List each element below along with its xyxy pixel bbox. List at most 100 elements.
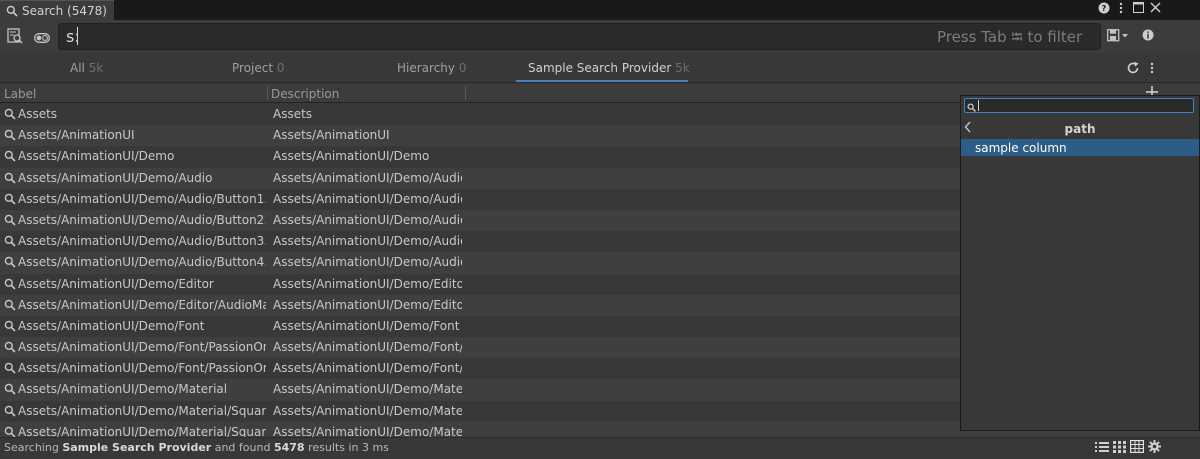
row-label-cell: Assets/AnimationUI/Demo/Audio xyxy=(4,171,266,185)
search-result-icon xyxy=(4,151,16,162)
column-resize-handle[interactable] xyxy=(465,86,466,100)
row-description: Assets/AnimationUI/Demo/Material xyxy=(273,382,462,397)
refresh-icon[interactable] xyxy=(1126,61,1140,78)
status-provider: Sample Search Provider xyxy=(62,441,212,454)
row-description: Assets/AnimationUI/Demo/Editor xyxy=(273,276,462,291)
tab-all[interactable]: All 5k xyxy=(70,61,103,75)
tab-project[interactable]: Project 0 xyxy=(232,61,285,75)
table-view-icon[interactable] xyxy=(1130,440,1145,456)
search-result-icon xyxy=(4,405,16,417)
row-label: Assets/AnimationUI/Demo/Audio/Button1.wa… xyxy=(18,191,266,206)
row-label-cell: Assets/AnimationUI/Demo/Audio/Button1.wa… xyxy=(4,192,266,206)
popup-search-icon xyxy=(967,101,976,115)
saved-searches-icon[interactable] xyxy=(7,28,23,47)
row-label: Assets/AnimationUI/Demo/Font/PassionOne-… xyxy=(18,340,266,355)
row-label: Assets/AnimationUI/Demo/Audio xyxy=(18,170,213,185)
row-label: Assets/AnimationUI/Demo/Material/Square.… xyxy=(18,403,266,418)
list-view-icon[interactable] xyxy=(1095,441,1109,456)
row-description: Assets/AnimationUI/Demo/Editor/Au xyxy=(273,297,462,312)
status-text: Searching Sample Search Provider and fou… xyxy=(4,441,389,454)
tab-hierarchy-count: 0 xyxy=(458,61,467,75)
close-icon[interactable] xyxy=(1148,2,1162,16)
row-label-cell: Assets/AnimationUI/Demo/Material xyxy=(4,382,266,396)
text-cursor xyxy=(77,27,78,45)
row-label-cell: Assets/AnimationUI/Demo/Audio/Button4.wa… xyxy=(4,255,266,269)
row-label-cell: Assets/AnimationUI/Demo xyxy=(4,149,266,163)
row-description: Assets/AnimationUI/Demo/Material. xyxy=(273,424,462,437)
help-icon[interactable]: ? xyxy=(1097,2,1111,16)
window-tab-title: Search (5478) xyxy=(22,3,107,18)
row-label: Assets/AnimationUI/Demo/Material/Squares… xyxy=(18,424,266,437)
tab-project-label: Project xyxy=(232,61,274,75)
row-label: Assets/AnimationUI/Demo/Editor/AudioMana… xyxy=(18,297,266,312)
row-label-cell: Assets xyxy=(4,107,266,121)
row-label-cell: Assets/AnimationUI/Demo/Audio/Button3.wa… xyxy=(4,234,266,248)
row-label-cell: Assets/AnimationUI/Demo/Editor/AudioMana… xyxy=(4,298,266,312)
row-label-cell: Assets/AnimationUI/Demo/Font/PassionOne-… xyxy=(4,340,266,354)
row-label: Assets/AnimationUI/Demo/Audio/Button3.wa… xyxy=(18,234,266,249)
row-label: Assets/AnimationUI xyxy=(18,128,135,143)
row-label: Assets/AnimationUI/Demo/Font/PassionOne-… xyxy=(18,361,266,376)
search-result-icon xyxy=(4,384,16,396)
window-tab[interactable]: Search (5478) xyxy=(0,0,114,20)
tab-hierarchy[interactable]: Hierarchy 0 xyxy=(397,61,466,75)
row-description: Assets/AnimationUI/Demo/Audio xyxy=(273,170,462,185)
gear-icon[interactable] xyxy=(1148,440,1161,456)
search-result-icon xyxy=(4,235,16,247)
column-resize-handle[interactable] xyxy=(267,86,268,100)
svg-text:?: ? xyxy=(1102,4,1107,13)
row-label-cell: Assets/AnimationUI/Demo/Font/PassionOne-… xyxy=(4,361,266,375)
tab-hierarchy-label: Hierarchy xyxy=(397,61,456,75)
search-result-icon xyxy=(4,320,16,332)
save-search-dropdown[interactable] xyxy=(1107,29,1131,46)
search-result-icon xyxy=(4,193,16,205)
row-label: Assets/AnimationUI/Demo/Audio/Button4.wa… xyxy=(18,255,266,270)
search-result-icon xyxy=(4,426,16,437)
tab-sample-provider-count: 5k xyxy=(675,61,690,75)
info-icon[interactable] xyxy=(1142,29,1154,44)
row-description: Assets/AnimationUI/Demo/Font/Pas xyxy=(273,361,462,376)
search-result-icon xyxy=(4,129,16,141)
tab-menu-icon[interactable] xyxy=(1150,62,1154,77)
row-label-cell: Assets/AnimationUI/Demo/Editor xyxy=(4,277,266,291)
row-description: Assets/AnimationUI/Demo/Audio/Bu xyxy=(273,255,462,270)
popup-back-chevron-icon[interactable] xyxy=(964,121,972,137)
search-result-icon xyxy=(4,108,16,120)
title-bar xyxy=(0,0,1200,20)
column-description-header[interactable]: Description xyxy=(271,87,339,101)
row-description: Assets/AnimationUI/Demo/Material. xyxy=(273,403,462,418)
search-result-icon xyxy=(4,214,16,226)
row-label: Assets/AnimationUI/Demo/Audio/Button2.wa… xyxy=(18,212,266,227)
kebab-menu-icon[interactable] xyxy=(1114,2,1128,16)
row-label: Assets xyxy=(18,107,58,121)
popup-text-cursor xyxy=(978,100,979,111)
row-description: Assets/AnimationUI/Demo/Audio/Bu xyxy=(273,212,462,227)
grid-view-icon[interactable] xyxy=(1113,441,1126,456)
tab-sample-provider-label: Sample Search Provider xyxy=(528,61,672,75)
row-label-cell: Assets/AnimationUI xyxy=(4,128,266,142)
maximize-icon[interactable] xyxy=(1131,2,1145,16)
tab-sample-search-provider[interactable]: Sample Search Provider 5k xyxy=(528,61,690,75)
tab-all-label: All xyxy=(70,61,85,75)
search-icon xyxy=(6,5,18,17)
filter-hint: Press Tab ⭾ to filter xyxy=(937,28,1083,46)
row-description: Assets/AnimationUI/Demo/Font/Pas xyxy=(273,340,462,355)
status-prefix: Searching xyxy=(4,441,59,454)
row-label: Assets/AnimationUI/Demo/Material xyxy=(18,382,228,397)
status-suffix: results in 3 ms xyxy=(308,441,389,454)
popup-search-input[interactable] xyxy=(964,98,1194,113)
search-result-icon xyxy=(4,299,16,311)
toggle-query-builder-icon[interactable] xyxy=(34,32,50,46)
row-description: Assets/AnimationUI/Demo/Audio/Bu xyxy=(273,234,462,249)
row-description: Assets/AnimationUI/Demo/Audio/Bu xyxy=(273,191,462,206)
search-result-icon xyxy=(4,172,16,184)
status-count: 5478 xyxy=(273,441,305,454)
row-label-cell: Assets/AnimationUI/Demo/Material/Squares… xyxy=(4,425,266,437)
tab-all-count: 5k xyxy=(88,61,104,75)
row-description: Assets/AnimationUI/Demo xyxy=(273,149,430,164)
row-label: Assets/AnimationUI/Demo/Editor xyxy=(18,276,214,291)
row-description: Assets/AnimationUI xyxy=(273,128,390,143)
tab-project-count: 0 xyxy=(276,61,285,75)
popup-item-label: sample column xyxy=(975,141,1067,155)
column-label-header[interactable]: Label xyxy=(4,87,36,101)
